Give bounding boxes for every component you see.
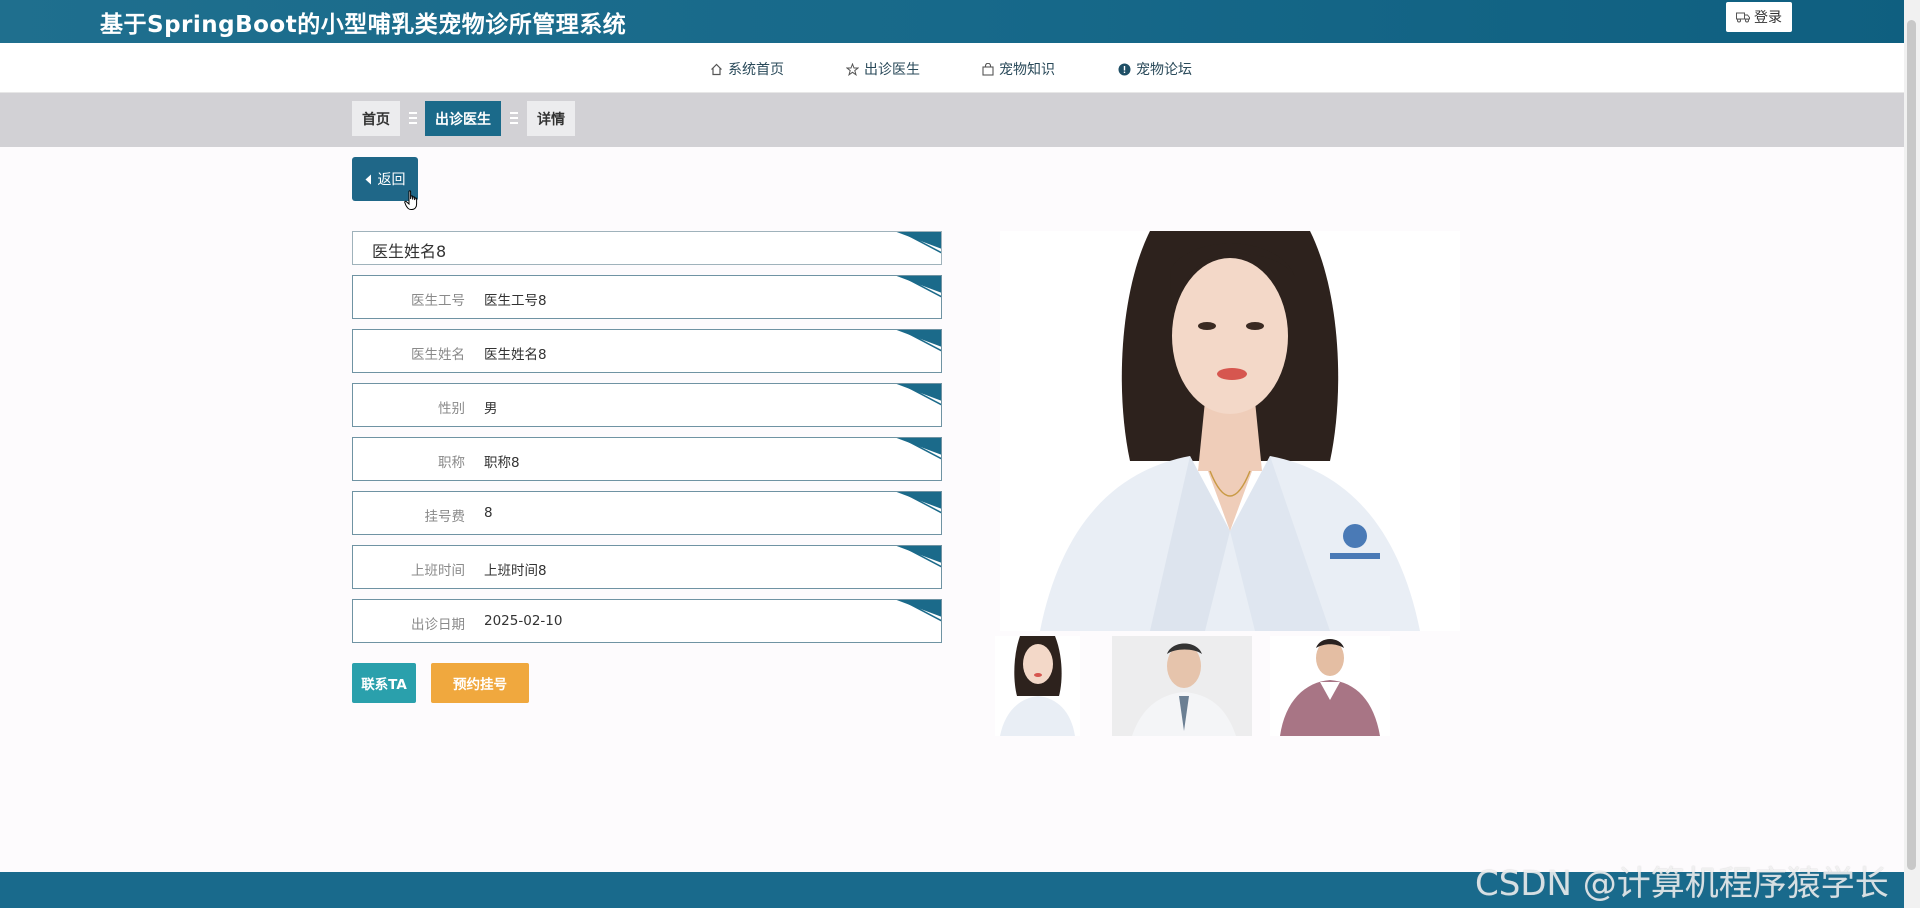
- field-row-visit-date: 出诊日期 2025-02-10: [352, 599, 942, 643]
- doctor-thumbnail-1[interactable]: [995, 636, 1080, 736]
- corner-ribbon: [896, 600, 941, 622]
- field-label: 性别: [438, 401, 465, 417]
- bag-icon: [982, 62, 994, 76]
- field-label: 上班时间: [411, 563, 465, 579]
- nav-item-label: 宠物论坛: [1136, 62, 1192, 78]
- home-icon: [711, 63, 722, 75]
- doctor-thumbnail-2[interactable]: [1112, 636, 1252, 736]
- field-value: 职称8: [484, 455, 520, 471]
- info-icon: [1118, 63, 1131, 75]
- corner-ribbon: [896, 232, 941, 254]
- star-icon: [846, 62, 859, 76]
- field-row-fee: 挂号费 8: [352, 491, 942, 535]
- breadcrumb: 首页 出诊医生 详情: [0, 93, 1920, 147]
- field-row-title: 职称 职称8: [352, 437, 942, 481]
- corner-ribbon: [896, 438, 941, 460]
- contact-button[interactable]: 联系TA: [352, 663, 416, 703]
- nav-item-label: 出诊医生: [864, 62, 920, 78]
- nav-item-home[interactable]: 系统首页: [710, 59, 784, 79]
- book-appointment-button[interactable]: 预约挂号: [431, 663, 529, 703]
- corner-ribbon: [896, 492, 941, 514]
- doctor-name-text: 医生姓名8: [372, 242, 447, 261]
- breadcrumb-doctors[interactable]: 出诊医生: [425, 101, 501, 136]
- main-nav: 系统首页 出诊医生 宠物知识 宠物论坛: [0, 43, 1920, 93]
- field-value: 8: [484, 505, 493, 521]
- top-header: 基于SpringBoot的小型哺乳类宠物诊所管理系统 登录: [0, 0, 1920, 43]
- doctor-main-photo: [1000, 231, 1460, 631]
- field-value: 医生工号8: [484, 293, 547, 309]
- back-label: 返回: [377, 172, 406, 188]
- field-row-doctor-id: 医生工号 医生工号8: [352, 275, 942, 319]
- watermark-text: CSDN @计算机程序猿学长: [1475, 864, 1889, 904]
- corner-ribbon: [896, 276, 941, 298]
- field-value: 医生姓名8: [484, 347, 547, 363]
- nav-item-forum[interactable]: 宠物论坛: [1118, 59, 1192, 79]
- field-label: 挂号费: [424, 509, 466, 525]
- field-label: 出诊日期: [411, 617, 465, 633]
- field-row-work-time: 上班时间 上班时间8: [352, 545, 942, 589]
- nav-item-doctors[interactable]: 出诊医生: [846, 59, 920, 79]
- corner-ribbon: [896, 384, 941, 406]
- field-value: 男: [484, 401, 498, 417]
- nav-item-label: 宠物知识: [999, 62, 1055, 78]
- field-value: 2025-02-10: [484, 613, 563, 629]
- breadcrumb-separator: [409, 112, 417, 126]
- scrollbar-thumb[interactable]: [1907, 20, 1916, 870]
- nav-item-label: 系统首页: [728, 62, 784, 78]
- field-row-doctor-name: 医生姓名 医生姓名8: [352, 329, 942, 373]
- truck-icon: [1736, 12, 1750, 22]
- breadcrumb-separator: [510, 112, 518, 126]
- caret-left-icon: [365, 174, 371, 184]
- field-label: 医生工号: [411, 293, 465, 309]
- field-value: 上班时间8: [484, 563, 547, 579]
- breadcrumb-home[interactable]: 首页: [352, 101, 400, 136]
- doctor-name-title: 医生姓名8: [352, 231, 942, 265]
- field-row-gender: 性别 男: [352, 383, 942, 427]
- breadcrumb-detail: 详情: [527, 101, 575, 136]
- nav-item-knowledge[interactable]: 宠物知识: [982, 59, 1055, 79]
- hand-cursor-icon: [404, 190, 418, 210]
- doctor-thumbnail-3[interactable]: [1270, 636, 1390, 736]
- corner-ribbon: [896, 546, 941, 568]
- field-label: 职称: [438, 455, 465, 471]
- field-label: 医生姓名: [411, 347, 465, 363]
- corner-ribbon: [896, 330, 941, 352]
- login-label: 登录: [1754, 10, 1782, 26]
- login-button[interactable]: 登录: [1726, 2, 1792, 32]
- site-title: 基于SpringBoot的小型哺乳类宠物诊所管理系统: [100, 12, 627, 38]
